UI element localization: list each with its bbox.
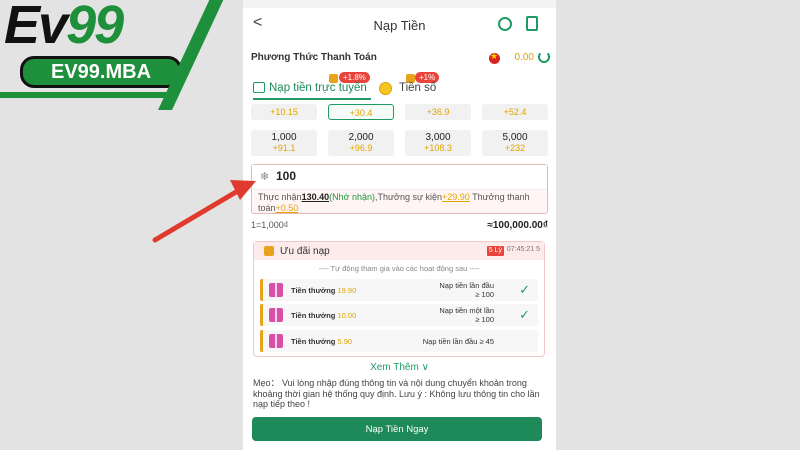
arrow-head xyxy=(230,180,256,200)
pointer-arrow-icon xyxy=(152,180,256,243)
arrow-shaft xyxy=(152,189,239,243)
